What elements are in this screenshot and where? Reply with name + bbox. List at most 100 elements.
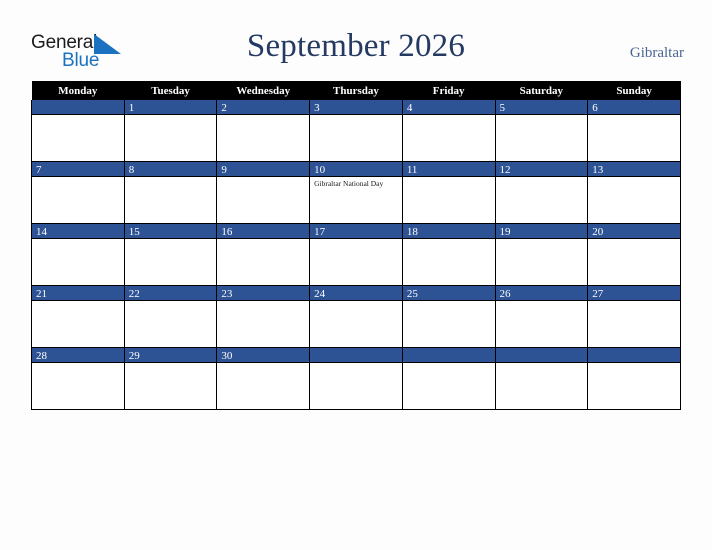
calendar-day-cell[interactable]: 26 (494, 285, 589, 348)
calendar-day-cell[interactable]: 4 (401, 100, 496, 162)
calendar-grid: Monday Tuesday Wednesday Thursday Friday… (31, 81, 681, 410)
day-number: 18 (402, 224, 495, 239)
calendar-week-row: 14 15 16 17 18 19 20 (31, 223, 681, 286)
calendar-empty-cell (494, 347, 589, 410)
calendar-day-cell[interactable]: 11 (401, 161, 496, 224)
calendar-day-cell[interactable]: 19 (494, 223, 589, 286)
calendar-day-cell[interactable]: 15 (123, 223, 218, 286)
weekday-header-monday: Monday (31, 81, 125, 100)
day-number: 25 (402, 286, 495, 301)
country-label: Gibraltar (629, 45, 684, 61)
day-number (310, 348, 402, 363)
day-number: 11 (402, 162, 495, 177)
day-events (588, 115, 680, 117)
calendar-day-cell[interactable]: 13 (587, 161, 681, 224)
day-number: 22 (124, 286, 217, 301)
day-number: 19 (495, 224, 588, 239)
weekday-header-wednesday: Wednesday (216, 81, 310, 100)
day-number: 2 (217, 100, 310, 115)
calendar-day-cell[interactable]: 2 (216, 100, 311, 162)
calendar-day-cell[interactable]: 18 (401, 223, 496, 286)
weekday-header-thursday: Thursday (309, 81, 403, 100)
day-number: 4 (402, 100, 495, 115)
weekday-header-row: Monday Tuesday Wednesday Thursday Friday… (31, 81, 681, 100)
calendar-day-cell[interactable]: 16 (216, 223, 311, 286)
day-number: 12 (495, 162, 588, 177)
day-number: 29 (124, 348, 217, 363)
calendar-week-row: 123456 (31, 100, 681, 162)
calendar-day-cell[interactable]: 14 (31, 223, 125, 286)
day-number: 20 (588, 224, 680, 239)
day-events (403, 115, 495, 117)
calendar-day-cell[interactable]: 20 (587, 223, 681, 286)
day-number: 10 (310, 162, 402, 177)
day-number (495, 348, 588, 363)
day-number: 28 (32, 348, 124, 363)
calendar-empty-cell (587, 347, 681, 410)
calendar-day-cell[interactable]: 1 (123, 100, 218, 162)
weekday-header-friday: Friday (402, 81, 496, 100)
day-events (310, 363, 402, 365)
weekday-header-sunday: Sunday (587, 81, 681, 100)
day-events (32, 115, 124, 117)
day-events (496, 115, 588, 117)
day-number: 17 (310, 224, 402, 239)
day-number: 9 (217, 162, 310, 177)
calendar-day-cell[interactable]: 21 (31, 285, 125, 348)
calendar-day-cell[interactable]: 3 (309, 100, 403, 162)
calendar-day-cell[interactable]: 30 (216, 347, 311, 410)
calendar-day-cell[interactable]: 12 (494, 161, 589, 224)
day-events (217, 115, 309, 117)
day-number: 21 (32, 286, 124, 301)
calendar-day-cell[interactable]: 28 (31, 347, 125, 410)
calendar-day-cell[interactable]: 29 (123, 347, 218, 410)
day-number: 14 (32, 224, 124, 239)
calendar-empty-cell (31, 100, 125, 162)
page-header: General Blue September 2026 Gibraltar (0, 0, 712, 78)
calendar-day-cell[interactable]: 6 (587, 100, 681, 162)
calendar-day-cell[interactable]: 9 (216, 161, 311, 224)
calendar-week-row: 7 8 9 10 Gibraltar National Day 11 12 13 (31, 161, 681, 224)
day-number: 5 (495, 100, 588, 115)
day-number: 7 (32, 162, 124, 177)
day-number: 3 (310, 100, 402, 115)
calendar-page: General Blue September 2026 Gibraltar Mo… (0, 0, 712, 550)
day-events (125, 115, 217, 117)
day-number: 26 (495, 286, 588, 301)
day-events (125, 177, 217, 179)
calendar-day-cell[interactable]: 7 (31, 161, 125, 224)
day-events: Gibraltar National Day (310, 177, 402, 189)
page-title: September 2026 (246, 28, 466, 64)
calendar-day-cell[interactable]: 23 (216, 285, 311, 348)
event-label: Gibraltar National Day (314, 179, 384, 188)
day-events (217, 177, 309, 179)
calendar-day-cell[interactable]: 5 (494, 100, 589, 162)
calendar-body: 1 2 3 4 5 6 7 8 9 10 Gibraltar National Day 11 12 13 1… (31, 100, 681, 410)
day-number: 27 (588, 286, 680, 301)
day-number: 1 (124, 100, 217, 115)
day-events (310, 115, 402, 117)
weekday-header-saturday: Saturday (495, 81, 588, 100)
day-number: 30 (217, 348, 310, 363)
calendar-day-cell[interactable]: 10 Gibraltar National Day (309, 161, 403, 224)
day-number (588, 348, 680, 363)
day-number (402, 348, 495, 363)
day-number: 23 (217, 286, 310, 301)
calendar-empty-cell (401, 347, 496, 410)
day-number: 24 (310, 286, 402, 301)
day-events (588, 363, 680, 365)
day-number: 8 (124, 162, 217, 177)
calendar-day-cell[interactable]: 25 (401, 285, 496, 348)
day-number: 6 (588, 100, 680, 115)
calendar-day-cell[interactable]: 22 (123, 285, 218, 348)
day-number: 15 (124, 224, 217, 239)
calendar-day-cell[interactable]: 27 (587, 285, 681, 348)
day-number (32, 100, 124, 115)
calendar-week-row: 21 22 23 24 25 26 27 (31, 285, 681, 348)
day-number: 16 (217, 224, 310, 239)
calendar-day-cell[interactable]: 24 (309, 285, 403, 348)
calendar-day-cell[interactable]: 17 (309, 223, 403, 286)
weekday-header-tuesday: Tuesday (124, 81, 217, 100)
calendar-day-cell[interactable]: 8 (123, 161, 218, 224)
calendar-week-row: 28 29 30 (31, 347, 681, 410)
